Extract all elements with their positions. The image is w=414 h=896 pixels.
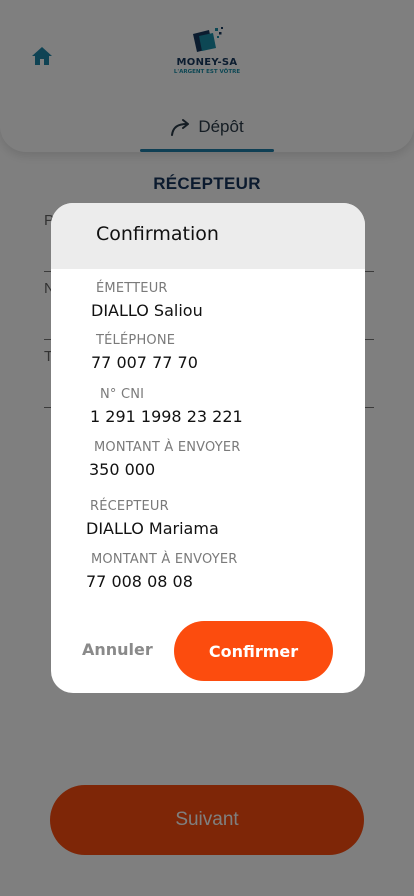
sender-value: DIALLO Saliou — [91, 301, 203, 320]
sender-label: ÉMETTEUR — [96, 281, 168, 296]
cancel-button[interactable]: Annuler — [82, 640, 153, 659]
phone-value: 77 007 77 70 — [91, 353, 198, 372]
dialog-title: Confirmation — [96, 223, 219, 245]
cni-info: N° CNI 1 291 1998 23 221 — [90, 387, 243, 426]
amount2-label: MONTANT À ENVOYER — [91, 552, 238, 567]
receiver-label: RÉCEPTEUR — [90, 499, 169, 514]
amount-value: 350 000 — [89, 460, 156, 479]
sender-info: ÉMETTEUR DIALLO Saliou — [91, 281, 203, 320]
amount-info: MONTANT À ENVOYER 350 000 — [89, 440, 241, 479]
dialog-header: Confirmation — [51, 203, 365, 269]
amount2-info: MONTANT À ENVOYER 77 008 08 08 — [86, 552, 238, 591]
receiver-info: RÉCEPTEUR DIALLO Mariama — [86, 499, 219, 538]
amount-label: MONTANT À ENVOYER — [94, 440, 241, 455]
confirm-button[interactable]: Confirmer — [174, 621, 333, 681]
phone-info: TÉLÉPHONE 77 007 77 70 — [91, 333, 198, 372]
confirmation-dialog: Confirmation ÉMETTEUR DIALLO Saliou TÉLÉ… — [51, 203, 365, 693]
receiver-value: DIALLO Mariama — [86, 519, 219, 538]
phone-label: TÉLÉPHONE — [96, 333, 176, 348]
cni-label: N° CNI — [100, 387, 145, 402]
amount2-value: 77 008 08 08 — [86, 572, 193, 591]
cni-value: 1 291 1998 23 221 — [90, 407, 243, 426]
